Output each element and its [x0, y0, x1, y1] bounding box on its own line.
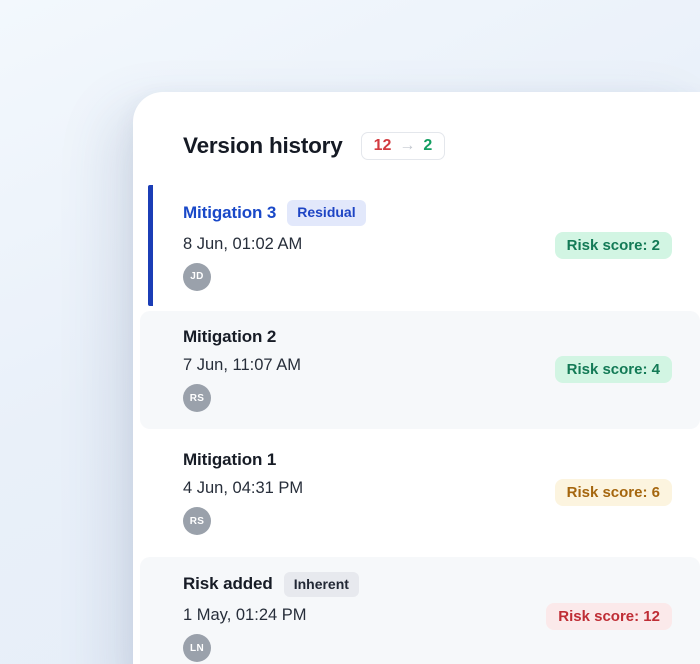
version-datetime: 4 Jun, 04:31 PM — [183, 479, 303, 498]
panel-header: Version history 12 → 2 — [133, 92, 700, 185]
version-row-main: Mitigation 2 7 Jun, 11:07 AM RS — [183, 327, 301, 412]
version-title: Mitigation 3 — [183, 203, 276, 223]
avatar: RS — [183, 384, 211, 412]
version-row-main: Risk added Inherent 1 May, 01:24 PM LN — [183, 572, 359, 663]
version-title: Mitigation 2 — [183, 327, 276, 347]
version-title-line: Mitigation 2 — [183, 327, 301, 347]
avatar: LN — [183, 634, 211, 662]
page-background: Version history 12 → 2 Mitigation 3 Resi… — [0, 0, 700, 664]
version-datetime: 8 Jun, 01:02 AM — [183, 235, 366, 254]
version-list: Mitigation 3 Residual 8 Jun, 01:02 AM JD… — [133, 185, 700, 664]
risk-change-badge: 12 → 2 — [361, 132, 446, 160]
version-title-line: Risk added Inherent — [183, 572, 359, 598]
version-type-tag: Residual — [287, 200, 365, 226]
risk-score-badge: Risk score: 6 — [555, 479, 672, 506]
arrow-right-icon: → — [399, 137, 415, 155]
version-title: Risk added — [183, 574, 273, 594]
version-type-tag: Inherent — [284, 572, 359, 598]
version-title: Mitigation 1 — [183, 450, 276, 470]
version-history-panel: Version history 12 → 2 Mitigation 3 Resi… — [133, 92, 700, 664]
version-row-risk-added[interactable]: Risk added Inherent 1 May, 01:24 PM LN R… — [140, 557, 700, 664]
page-title: Version history — [183, 133, 343, 159]
avatar: JD — [183, 263, 211, 291]
version-row-main: Mitigation 1 4 Jun, 04:31 PM RS — [183, 450, 303, 535]
risk-score-badge: Risk score: 12 — [546, 603, 672, 630]
avatar: RS — [183, 507, 211, 535]
risk-change-to: 2 — [423, 137, 432, 155]
version-row-mitigation-3[interactable]: Mitigation 3 Residual 8 Jun, 01:02 AM JD… — [148, 185, 700, 306]
version-row-mitigation-2[interactable]: Mitigation 2 7 Jun, 11:07 AM RS Risk sco… — [140, 311, 700, 429]
version-datetime: 1 May, 01:24 PM — [183, 606, 359, 625]
version-title-line: Mitigation 3 Residual — [183, 200, 366, 226]
risk-score-badge: Risk score: 2 — [555, 232, 672, 259]
version-row-mitigation-1[interactable]: Mitigation 1 4 Jun, 04:31 PM RS Risk sco… — [140, 434, 700, 552]
risk-score-badge: Risk score: 4 — [555, 356, 672, 383]
version-title-line: Mitigation 1 — [183, 450, 303, 470]
version-row-main: Mitigation 3 Residual 8 Jun, 01:02 AM JD — [183, 200, 366, 291]
risk-change-from: 12 — [374, 137, 392, 155]
version-datetime: 7 Jun, 11:07 AM — [183, 356, 301, 375]
